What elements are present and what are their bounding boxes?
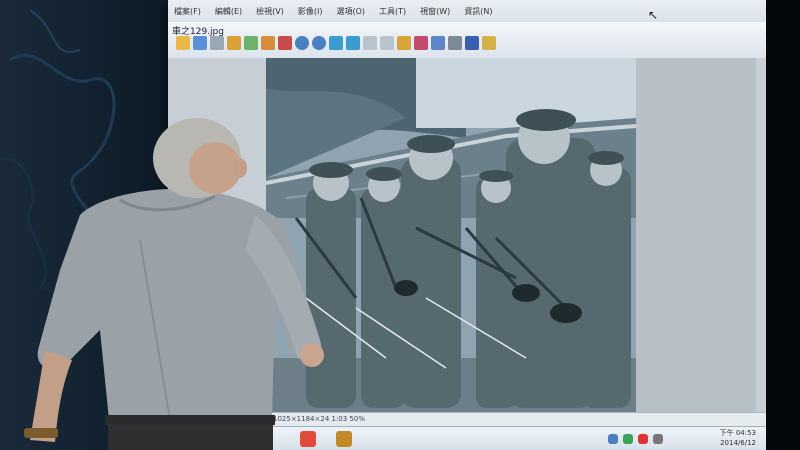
scene: 檔案(F) 編輯(E) 檢視(V) 影像(I) 選項(O) 工具(T) 視窗(W… — [0, 0, 800, 450]
elderly-man-presenter — [24, 118, 324, 450]
